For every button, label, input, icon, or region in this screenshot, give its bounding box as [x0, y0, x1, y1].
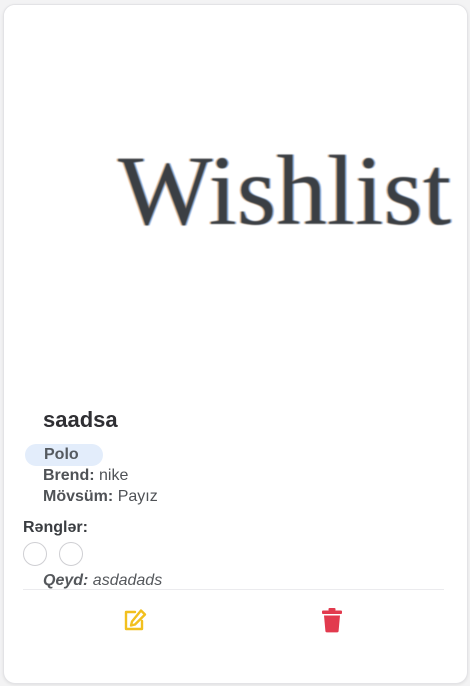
divider — [23, 589, 444, 590]
delete-button[interactable] — [317, 605, 347, 635]
season-label: Mövsüm: — [43, 488, 114, 505]
brand-line: Brend: nike — [43, 467, 128, 485]
colors-heading: Rənglər: — [23, 519, 88, 536]
season-value: Payız — [117, 488, 158, 505]
product-image-text: Wishlist — [118, 135, 452, 246]
color-swatch — [59, 542, 83, 566]
type-badge: Polo — [25, 444, 103, 466]
trash-icon — [322, 608, 342, 633]
note-label: Qeyd: — [43, 572, 89, 589]
note-line: Qeyd: asdadads — [43, 572, 162, 590]
color-swatch — [23, 542, 47, 566]
season-line: Mövsüm: Payız — [43, 488, 158, 506]
brand-value: nike — [99, 467, 129, 484]
product-image: Wishlist — [4, 5, 467, 395]
note-value: asdadads — [92, 572, 163, 589]
wishlist-card: Wishlist saadsa Polo Brend: nike Mövsüm:… — [3, 4, 468, 684]
edit-button[interactable] — [120, 605, 150, 635]
brand-label: Brend: — [43, 467, 95, 484]
edit-icon — [124, 609, 147, 631]
product-name: saadsa — [43, 407, 118, 432]
